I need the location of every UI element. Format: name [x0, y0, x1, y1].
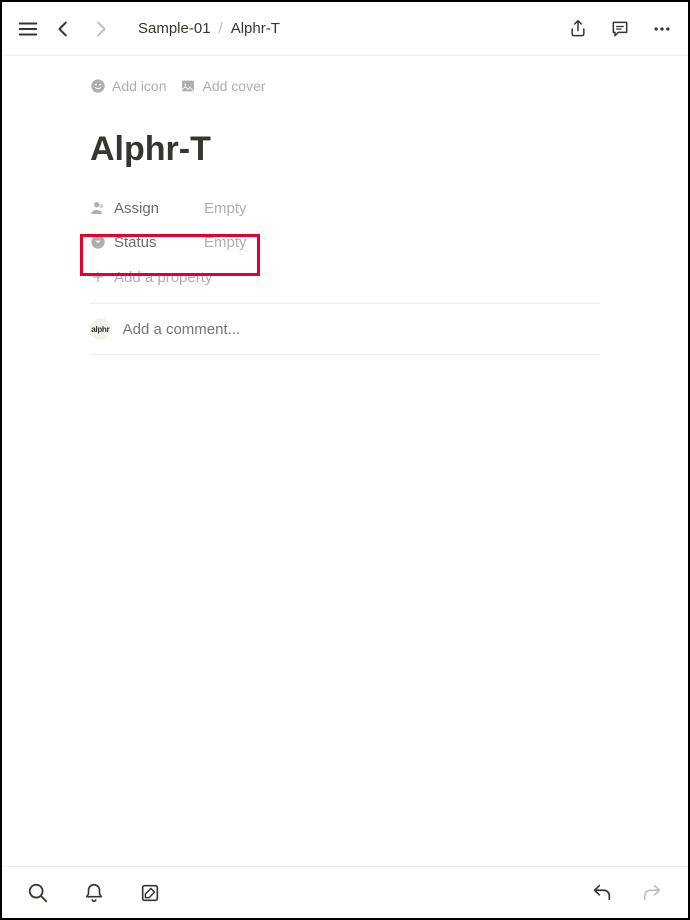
status-icon	[90, 234, 106, 250]
meta-actions: Add icon Add cover	[90, 78, 600, 94]
top-bar: Sample-01 / Alphr-T	[2, 2, 688, 56]
notifications-icon[interactable]	[80, 879, 108, 907]
share-icon[interactable]	[564, 15, 592, 43]
add-cover-label: Add cover	[202, 78, 265, 94]
property-name: Status	[114, 234, 157, 251]
more-icon[interactable]	[648, 15, 676, 43]
top-left-controls: Sample-01 / Alphr-T	[14, 15, 280, 43]
property-name: Assign	[114, 200, 159, 217]
plus-icon	[90, 269, 106, 285]
search-icon[interactable]	[24, 879, 52, 907]
person-icon	[90, 200, 106, 216]
comments-icon[interactable]	[606, 15, 634, 43]
bottom-bar	[2, 866, 688, 918]
breadcrumb-parent[interactable]: Sample-01	[138, 20, 211, 37]
menu-icon[interactable]	[14, 15, 42, 43]
page-content: Add icon Add cover Alphr-T Assign Empty …	[2, 56, 688, 355]
top-right-controls	[564, 15, 676, 43]
avatar: alphr	[90, 318, 111, 340]
property-value[interactable]: Empty	[204, 234, 247, 251]
comment-input[interactable]	[123, 321, 600, 338]
redo-icon	[638, 879, 666, 907]
property-row-status[interactable]: Status Empty	[90, 225, 600, 259]
add-icon-label: Add icon	[112, 78, 166, 94]
breadcrumb-current[interactable]: Alphr-T	[231, 20, 280, 37]
property-row-assign[interactable]: Assign Empty	[90, 191, 600, 225]
compose-icon[interactable]	[136, 879, 164, 907]
page-title[interactable]: Alphr-T	[90, 130, 600, 169]
undo-icon[interactable]	[588, 879, 616, 907]
add-cover-button[interactable]: Add cover	[180, 78, 265, 94]
breadcrumb: Sample-01 / Alphr-T	[138, 20, 280, 37]
forward-icon	[86, 15, 114, 43]
add-property-button[interactable]: Add a property	[90, 259, 600, 295]
property-label: Status	[90, 234, 204, 251]
property-label: Assign	[90, 200, 204, 217]
add-property-label: Add a property	[114, 269, 212, 286]
bottom-right-controls	[588, 879, 666, 907]
back-icon[interactable]	[50, 15, 78, 43]
add-icon-button[interactable]: Add icon	[90, 78, 166, 94]
property-value[interactable]: Empty	[204, 200, 247, 217]
comment-row[interactable]: alphr	[90, 304, 600, 355]
breadcrumb-separator: /	[219, 20, 223, 37]
